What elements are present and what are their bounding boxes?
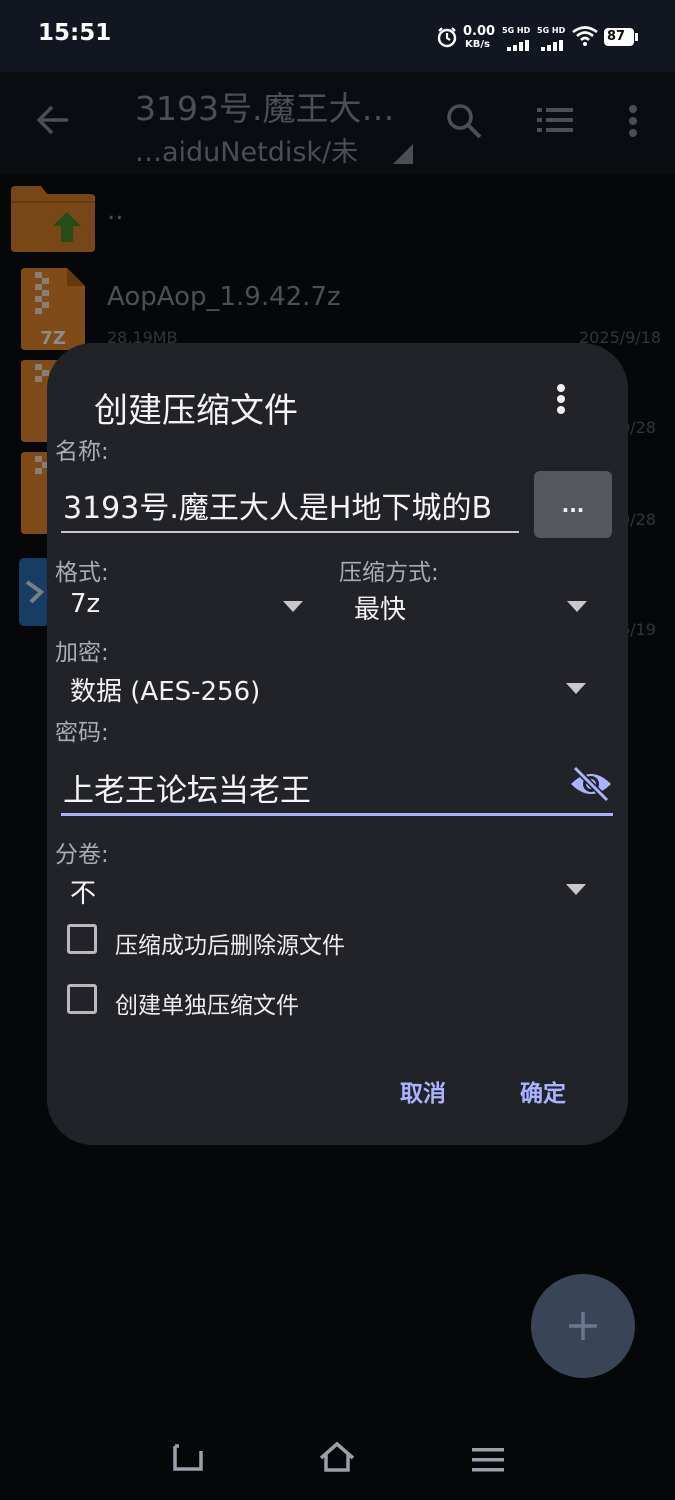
ok-button-label: 确定 xyxy=(520,1081,566,1107)
cancel-button-label: 取消 xyxy=(400,1081,446,1107)
encryption-value: 数据 (AES-256) xyxy=(70,677,261,707)
compression-method-select[interactable]: 最快 xyxy=(345,585,595,627)
create-archive-dialog: 创建压缩文件 名称: 3193号.魔王大人是H地下城的B ... 格式: 7z … xyxy=(47,343,628,1145)
encryption-label: 加密: xyxy=(55,640,109,666)
split-label: 分卷: xyxy=(55,842,109,868)
nav-back-icon[interactable] xyxy=(171,1440,205,1479)
dialog-more-icon[interactable] xyxy=(554,383,568,421)
browse-button[interactable]: ... xyxy=(534,471,612,538)
separate-archive-option[interactable]: 创建单独压缩文件 xyxy=(67,981,587,1023)
nav-recents-icon[interactable] xyxy=(472,1447,504,1477)
format-label: 格式: xyxy=(55,560,109,586)
chevron-down-icon xyxy=(566,683,586,694)
delete-source-label: 压缩成功后删除源文件 xyxy=(115,933,345,959)
password-label: 密码: xyxy=(55,720,109,746)
battery-level: 87 xyxy=(607,29,626,44)
password-input[interactable]: 上老王论坛当老王 xyxy=(61,755,613,816)
encryption-select[interactable]: 数据 (AES-256) xyxy=(61,665,595,709)
delete-source-option[interactable]: 压缩成功后删除源文件 xyxy=(67,921,587,963)
chevron-down-icon xyxy=(567,601,587,612)
browse-button-label: ... xyxy=(561,493,585,517)
name-label: 名称: xyxy=(55,439,109,465)
signal-icon xyxy=(507,36,531,55)
wifi-icon xyxy=(572,26,598,50)
delete-source-checkbox[interactable] xyxy=(67,924,97,954)
split-value: 不 xyxy=(70,879,97,909)
battery-tip xyxy=(635,33,638,41)
nav-home-icon[interactable] xyxy=(318,1440,356,1478)
status-time: 15:51 xyxy=(38,20,112,46)
dialog-title: 创建压缩文件 xyxy=(94,391,298,431)
compression-method-value: 最快 xyxy=(354,595,407,625)
separate-archive-label: 创建单独压缩文件 xyxy=(115,993,299,1019)
visibility-off-icon[interactable] xyxy=(569,765,613,807)
net-speed-unit: KB/s xyxy=(465,39,490,50)
format-value: 7z xyxy=(70,589,101,619)
password-value: 上老王论坛当老王 xyxy=(63,773,311,809)
signal-icon xyxy=(541,36,565,55)
sim2-label: 5G HD xyxy=(537,26,566,35)
ok-button[interactable]: 确定 xyxy=(505,1065,589,1113)
net-speed-value: 0.00 xyxy=(463,24,496,39)
split-select[interactable]: 不 xyxy=(61,867,595,911)
archive-name-value: 3193号.魔王大人是H地下城的B xyxy=(63,491,493,526)
separate-archive-checkbox[interactable] xyxy=(67,984,97,1014)
add-fab-button[interactable] xyxy=(531,1274,635,1378)
chevron-down-icon xyxy=(283,601,303,612)
battery-icon: 87 xyxy=(604,28,634,46)
sim1-label: 5G HD xyxy=(502,26,531,35)
archive-name-input[interactable]: 3193号.魔王大人是H地下城的B xyxy=(61,475,519,533)
cancel-button[interactable]: 取消 xyxy=(383,1065,467,1113)
format-select[interactable]: 7z xyxy=(61,585,307,627)
alarm-icon xyxy=(436,26,458,52)
chevron-down-icon xyxy=(566,884,586,895)
compression-method-label: 压缩方式: xyxy=(339,560,439,586)
plus-icon xyxy=(569,1312,597,1340)
